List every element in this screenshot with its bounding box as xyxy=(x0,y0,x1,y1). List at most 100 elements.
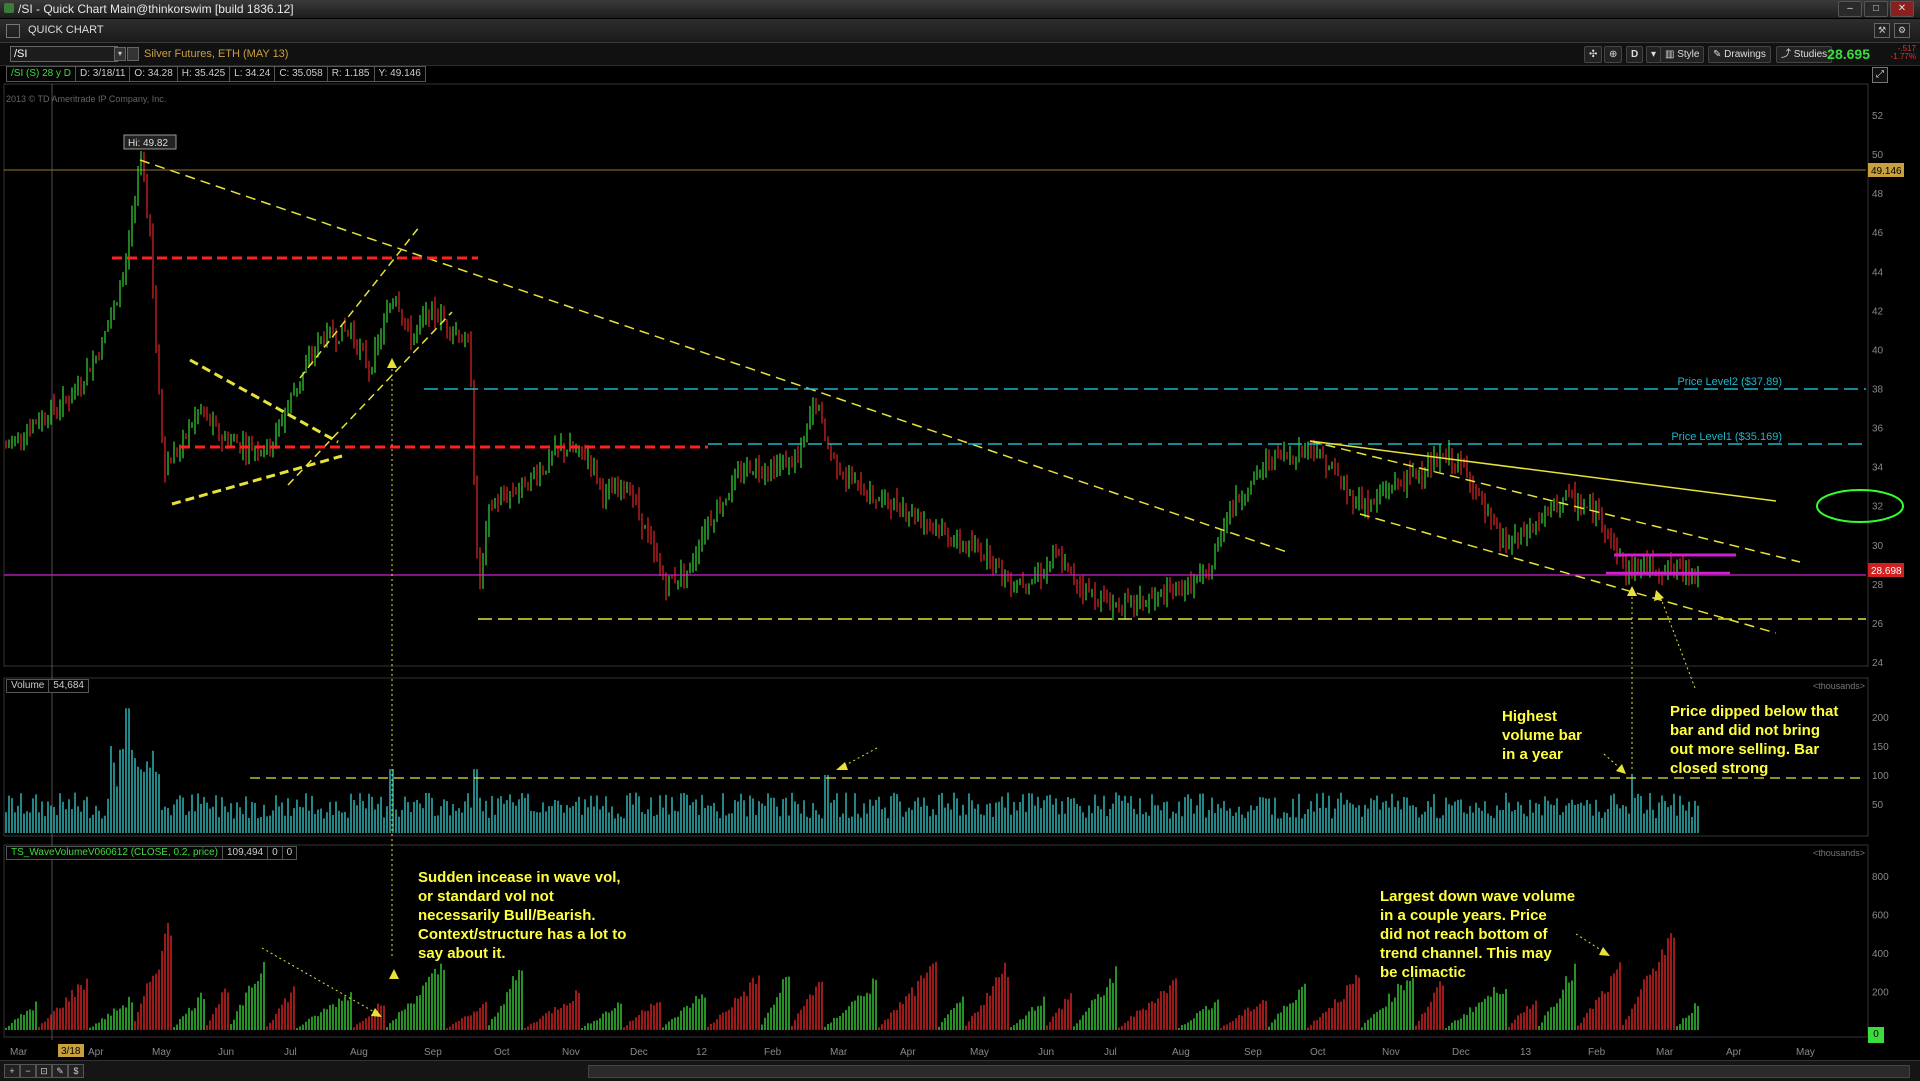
time-tick-label: Mar xyxy=(830,1047,848,1058)
symbol-lookup-icon[interactable] xyxy=(127,47,139,61)
symbol-input[interactable]: /SI xyxy=(10,46,118,62)
link-icon[interactable]: ⚒ xyxy=(1874,23,1890,38)
highest-volume-note: Highest volume bar in a year xyxy=(1502,708,1583,763)
wave-panel-header: TS_WaveVolumeV060612 (CLOSE, 0.2, price)… xyxy=(6,846,298,860)
time-tick-label: Mar xyxy=(1656,1047,1674,1058)
time-tick-label: Sep xyxy=(1244,1047,1262,1058)
horizontal-scrollbar[interactable] xyxy=(588,1065,1910,1078)
price-tick-label: 40 xyxy=(1872,345,1884,356)
price-tick-label: 34 xyxy=(1872,463,1884,474)
time-tick-label: Dec xyxy=(630,1047,648,1058)
aggregation-dropdown-icon[interactable]: ▾ xyxy=(1646,46,1662,63)
zoom-out-icon[interactable]: − xyxy=(20,1064,36,1078)
style-button[interactable]: ▥ Style xyxy=(1660,46,1705,63)
time-tick-label: May xyxy=(152,1047,171,1058)
wave-tick-label: 800 xyxy=(1872,872,1889,883)
time-tick-label: 12 xyxy=(696,1047,708,1058)
wave-label: TS_WaveVolumeV060612 (CLOSE, 0.2, price) xyxy=(6,846,223,860)
wave-vol-note: Sudden incease in wave vol, or standard … xyxy=(418,869,627,962)
volume-label: Volume xyxy=(6,679,50,693)
wave-value: 109,494 xyxy=(221,846,269,860)
channel-lower-line[interactable] xyxy=(287,311,453,486)
expression-icon[interactable]: $ xyxy=(68,1064,84,1078)
channel-upper-line[interactable] xyxy=(299,225,421,379)
drawings xyxy=(4,159,1904,1017)
arrow-highest-vol-head xyxy=(1616,764,1626,774)
zoom-icon[interactable]: ⊕ xyxy=(1604,46,1623,63)
symbol-description: Silver Futures, ETH (MAY 13) xyxy=(144,48,289,60)
time-tick-label: Apr xyxy=(88,1047,104,1058)
major-downtrend-line[interactable] xyxy=(139,159,1291,554)
time-tick-label: May xyxy=(970,1047,989,1058)
arrow-highest-vol xyxy=(1603,753,1623,771)
hi-label: Hi: 49.82 xyxy=(128,138,168,149)
close-button[interactable]: ✕ xyxy=(1890,1,1914,17)
zoom-fit-icon[interactable]: ⊡ xyxy=(36,1064,52,1078)
price-tick-label: 38 xyxy=(1872,385,1884,396)
readout-y: Y: 49.146 xyxy=(373,66,426,82)
price-axis: 52 50 48 46 44 42 40 38 36 34 32 30 28 26 24 xyxy=(1872,111,1884,669)
tab-quick-chart[interactable]: QUICK CHART xyxy=(28,24,104,36)
price-tick-label: 32 xyxy=(1872,502,1884,513)
crosshair-icon[interactable]: ✣ xyxy=(1584,46,1603,63)
copyright-text: 2013 © TD Ameritrade IP Company, Inc. xyxy=(6,94,167,104)
settings-icon[interactable]: ⚙ xyxy=(1894,23,1910,38)
volume-tick-label: 50 xyxy=(1872,800,1884,811)
title-bar: /SI - Quick Chart Main@thinkorswim [buil… xyxy=(0,0,1920,19)
chart-canvas[interactable]: 52 50 48 46 44 42 40 38 36 34 32 30 28 26 24 200 150 100… xyxy=(0,0,1920,1080)
price-tick-label: 30 xyxy=(1872,541,1884,552)
time-tick-label: 13 xyxy=(1520,1047,1532,1058)
time-tick-label: Jun xyxy=(218,1047,234,1058)
hi-label-box xyxy=(123,134,177,150)
arrow-down-wave-head xyxy=(1599,947,1610,956)
time-tick-label: Nov xyxy=(562,1047,580,1058)
price-tick-label: 42 xyxy=(1872,306,1884,317)
zero-axis-badge: 0 xyxy=(1868,1027,1884,1043)
time-tick-label: Feb xyxy=(764,1047,782,1058)
volume-tick-label: 150 xyxy=(1872,742,1889,753)
volume-tick-label: 200 xyxy=(1872,713,1889,724)
style-icon: ▥ xyxy=(1665,49,1678,60)
app-icon xyxy=(4,3,14,13)
target-circle[interactable] xyxy=(1816,489,1904,523)
readout-close: C: 35.058 xyxy=(274,66,328,82)
wave-panel-frame xyxy=(3,844,1869,1038)
expand-icon[interactable]: ⤢ xyxy=(1872,67,1888,83)
recent-resistance-line[interactable] xyxy=(1309,440,1777,502)
arrow-down-wave xyxy=(1575,933,1605,953)
time-tick-label: Sep xyxy=(424,1047,442,1058)
zoom-in-icon[interactable]: + xyxy=(4,1064,20,1078)
recent-channel-upper[interactable] xyxy=(1309,440,1801,563)
wave-axis: 800 600 400 200 xyxy=(1872,872,1889,999)
grid-icon[interactable] xyxy=(6,24,20,38)
time-tick-label: Apr xyxy=(1726,1047,1742,1058)
maximize-button[interactable]: □ xyxy=(1864,1,1888,17)
drawings-button[interactable]: ✎ Drawings xyxy=(1708,46,1771,63)
readout-range: R: 1.185 xyxy=(326,66,375,82)
readout-low: L: 34.24 xyxy=(229,66,276,82)
minimize-button[interactable]: – xyxy=(1838,1,1862,17)
readout-symbol: /SI (S) 28 y D xyxy=(6,66,77,82)
price-tick-label: 44 xyxy=(1872,267,1884,278)
volume-value: 54,684 xyxy=(48,679,89,693)
drawing-toggle-icon[interactable]: ✎ xyxy=(52,1064,68,1078)
studies-button[interactable]: ⤴ Studies xyxy=(1776,46,1833,63)
price-tick-label: 48 xyxy=(1872,189,1884,200)
volume-panel-frame xyxy=(3,677,1869,837)
time-axis: Mar 3/18 Apr May Jun Jul Aug Sep Oct Nov Dec 12 Feb M… xyxy=(10,1044,1815,1058)
window-title: /SI - Quick Chart Main@thinkorswim [buil… xyxy=(18,2,294,16)
triangle-top-line[interactable] xyxy=(189,358,339,444)
time-tick-label: Jul xyxy=(284,1047,297,1058)
recent-channel-lower[interactable] xyxy=(1359,513,1777,634)
volume-bars xyxy=(5,708,1699,833)
price-dipped-note: Price dipped below that bar and did not … xyxy=(1670,703,1839,777)
triangle-bottom-line[interactable] xyxy=(171,454,343,506)
aggregation-button[interactable]: D xyxy=(1626,46,1644,63)
readout-date: D: 3/18/11 xyxy=(75,66,131,82)
arrow-dipped-head xyxy=(1654,590,1664,601)
time-tick-label: Jun xyxy=(1038,1047,1054,1058)
arrow-feb-top xyxy=(1627,586,1637,596)
wave-tick-label: 600 xyxy=(1872,911,1889,922)
time-tick-label: May xyxy=(1796,1047,1815,1058)
symbol-dropdown-icon[interactable]: ▾ xyxy=(114,47,126,61)
